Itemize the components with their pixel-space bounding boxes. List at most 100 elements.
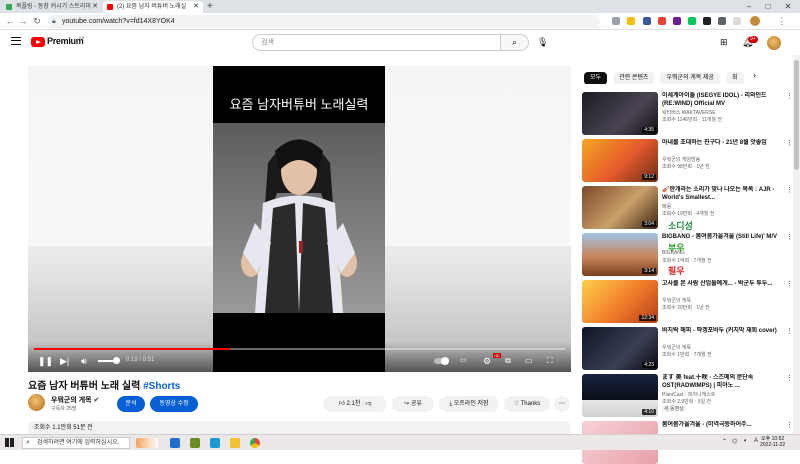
video-player[interactable]: 요즘 남자버튜버 노래실력 ❚❚ ▶| 🔊︎ 0:19 / 0:51 ▭ ⚙︎ … bbox=[28, 66, 571, 372]
thanks-button[interactable]: ♡ Thanks bbox=[504, 396, 550, 412]
more-options-icon[interactable]: ⋮ bbox=[786, 139, 793, 147]
video-thumbnail[interactable]: 4:23 bbox=[582, 327, 658, 370]
chrome-icon[interactable] bbox=[250, 438, 260, 448]
puzzle-extensions-icon[interactable] bbox=[718, 17, 726, 25]
address-bar[interactable]: 🔒︎ youtube.com/watch?v=fd14X8YOK4 bbox=[48, 15, 600, 28]
extension-icon[interactable] bbox=[643, 17, 651, 25]
recommendation-item[interactable]: 4:35 이세계아이돌 (ISEGYE IDOL) - 리와인드 (RE:WIND… bbox=[582, 92, 793, 135]
browser-tab[interactable]: 목플링 - 동창 커시기 스트리미 ✕ bbox=[2, 1, 102, 13]
channel-name[interactable]: 우뭐군의 게목 ✔ bbox=[51, 395, 99, 405]
scrollbar-thumb[interactable] bbox=[794, 60, 799, 170]
recommendation-title[interactable]: ます 美 feat.十咲 - 스즈메의 문단속 OST(RADWIMPS) | … bbox=[662, 374, 782, 390]
offline-save-button[interactable]: ⤓ 오프라인 저장 bbox=[439, 396, 499, 412]
system-clock[interactable]: 오후 10:52 2022-11-22 bbox=[760, 436, 785, 448]
search-icon[interactable]: ⌕ bbox=[501, 34, 529, 51]
maximize-button[interactable]: □ bbox=[760, 0, 776, 13]
description-box[interactable]: 조회수 1.1만회 51분 전 bbox=[28, 421, 571, 435]
volume-slider-knob[interactable] bbox=[113, 357, 120, 364]
pause-icon[interactable]: ❚❚ bbox=[38, 356, 53, 366]
recommendation-item[interactable]: 12:34 고사를 본 사람 산업들예게... - 박군두 투두... 우뭐군의 게… bbox=[582, 280, 793, 323]
recommendation-channel[interactable]: 우뭐군의 게목 bbox=[662, 344, 691, 351]
new-tab-button[interactable]: + bbox=[207, 0, 213, 13]
recommendation-item[interactable]: 9:12 아내를 초대하는 친구다 - 21년 8월 앗좋임 우뭐군의 게임방송 조회… bbox=[582, 139, 793, 182]
recommendation-channel[interactable]: 매몽 bbox=[662, 203, 671, 210]
logo-text[interactable]: Premium bbox=[47, 36, 84, 46]
profile-icon[interactable] bbox=[750, 16, 760, 26]
close-tab-icon[interactable]: ✕ bbox=[193, 1, 199, 13]
analytics-button[interactable]: 분석 bbox=[117, 396, 145, 412]
volume-icon[interactable]: 🔊︎ bbox=[81, 356, 87, 366]
video-thumbnail[interactable]: 4:35 bbox=[582, 92, 658, 135]
recommendation-title[interactable]: 아내를 초대하는 친구다 - 21년 8월 앗좋임 bbox=[662, 139, 782, 155]
chip-related[interactable]: 관련 콘텐츠 bbox=[613, 72, 655, 84]
recommendation-channel[interactable]: 우뭐군의 게목 bbox=[662, 297, 691, 304]
more-options-icon[interactable]: ⋮ bbox=[786, 233, 793, 241]
more-options-icon[interactable]: ⋮ bbox=[786, 374, 793, 382]
miniplayer-icon[interactable]: ⧉ bbox=[505, 356, 511, 366]
search-input[interactable]: 검색 bbox=[252, 34, 501, 51]
browser-menu-icon[interactable]: ⋮ bbox=[776, 15, 788, 28]
extension-icon[interactable] bbox=[703, 17, 711, 25]
recommendation-title[interactable]: 바지락 해피 - 딱겡포바두 (커지막 재회 cover) bbox=[662, 327, 782, 343]
edit-video-button[interactable]: 동영상 수정 bbox=[150, 396, 198, 412]
recommendation-item[interactable]: 3:14 BIGBANG - 봄여름가을겨울 (Still Life)' M/V B… bbox=[582, 233, 793, 276]
thumbs-up-icon[interactable]: 👍︎ bbox=[339, 401, 345, 407]
video-thumbnail[interactable]: 3:14 bbox=[582, 233, 658, 276]
reload-icon[interactable]: ↻ bbox=[31, 15, 43, 28]
share-page-icon[interactable] bbox=[612, 17, 620, 25]
account-avatar[interactable] bbox=[767, 36, 781, 50]
more-options-icon[interactable]: ⋮ bbox=[786, 92, 793, 100]
more-options-icon[interactable]: ⋮ bbox=[786, 280, 793, 288]
close-tab-icon[interactable]: ✕ bbox=[92, 1, 98, 13]
thumbs-down-icon[interactable]: 👎︎ bbox=[365, 401, 371, 407]
channel-avatar[interactable] bbox=[28, 394, 45, 411]
video-thumbnail[interactable]: 9:12 bbox=[582, 139, 658, 182]
video-thumbnail[interactable]: 3:04 bbox=[582, 186, 658, 229]
chip-more[interactable]: 최 bbox=[726, 72, 744, 84]
hashtag-link[interactable]: #Shorts bbox=[143, 381, 180, 392]
video-thumbnail[interactable]: 4:10 bbox=[582, 374, 658, 417]
chevron-right-icon[interactable]: › bbox=[753, 70, 756, 80]
theater-mode-icon[interactable]: ▭ bbox=[525, 356, 533, 366]
minimize-button[interactable]: – bbox=[741, 0, 757, 13]
youtube-logo-icon[interactable] bbox=[31, 37, 45, 47]
recommendation-item[interactable]: 4:10 ます 美 feat.十咲 - 스즈메의 문단속 OST(RADWIMPS… bbox=[582, 374, 793, 417]
seek-bar[interactable] bbox=[34, 348, 565, 350]
create-video-icon[interactable]: ⊞ bbox=[720, 37, 728, 48]
recommendation-item[interactable]: 4:23 바지락 해피 - 딱겡포바두 (커지막 재회 cover) 우뭐군의 게목… bbox=[582, 327, 793, 370]
like-dislike-group[interactable]: 👍︎ 2.1천 | 👎︎ bbox=[323, 396, 387, 412]
browser-tab-active[interactable]: (2) 요즘 남자 버튜버 노래실 ✕ bbox=[103, 1, 203, 13]
minecraft-icon[interactable] bbox=[190, 438, 200, 448]
more-options-icon[interactable]: ⋮ bbox=[786, 327, 793, 335]
microphone-icon[interactable]: 🎙︎ bbox=[537, 37, 548, 48]
chip-all[interactable]: 모두 bbox=[584, 72, 608, 84]
recommendation-channel[interactable]: 우뭐군의 게임방송 bbox=[662, 156, 700, 163]
extension-icon[interactable] bbox=[688, 17, 696, 25]
close-window-button[interactable]: ✕ bbox=[780, 0, 796, 13]
bookmark-star-icon[interactable] bbox=[627, 17, 635, 25]
recommendation-title[interactable]: 고사를 본 사람 산업들예게... - 박군두 투두... bbox=[662, 280, 782, 296]
recommendation-title[interactable]: 이세계아이돌 (ISEGYE IDOL) - 리와인드 (RE:WIND) Of… bbox=[662, 92, 782, 108]
recommendation-channel[interactable]: 왁타버스 WAKTAVERSE bbox=[662, 109, 716, 116]
extension-icon[interactable] bbox=[673, 17, 681, 25]
forward-icon[interactable]: → bbox=[17, 15, 29, 28]
autoplay-toggle[interactable] bbox=[434, 357, 449, 365]
subtitles-icon[interactable]: ▭ bbox=[460, 356, 467, 366]
fullscreen-icon[interactable]: ⛶ bbox=[547, 356, 553, 366]
volume-tray-icon[interactable]: 🔈︎ bbox=[744, 438, 748, 445]
app-v-icon[interactable] bbox=[210, 438, 220, 448]
more-options-icon[interactable]: ⋮ bbox=[786, 186, 793, 194]
more-options-icon[interactable]: ⋮ bbox=[786, 421, 793, 429]
more-actions-icon[interactable]: ⋯ bbox=[554, 396, 570, 412]
network-icon[interactable]: ⌬ bbox=[732, 438, 737, 445]
back-icon[interactable]: ← bbox=[4, 15, 16, 28]
edge-browser-icon[interactable] bbox=[170, 438, 180, 448]
hamburger-menu-icon[interactable] bbox=[11, 37, 21, 45]
extension-icon[interactable] bbox=[658, 17, 666, 25]
recommendation-channel[interactable]: PianiCast · 피아니캐스트 bbox=[662, 391, 715, 398]
sidebar-icon[interactable] bbox=[733, 17, 741, 25]
chip-channel[interactable]: 우뭐군의 게목 제공 bbox=[660, 72, 720, 84]
recommendation-title[interactable]: 🎻한개라는 소리가 맞나 나오는 목록 : AJR - World's Smal… bbox=[662, 186, 782, 202]
share-button[interactable]: ↪ 공유 bbox=[392, 396, 434, 412]
tray-chevron-icon[interactable]: ⌃ bbox=[722, 438, 727, 445]
